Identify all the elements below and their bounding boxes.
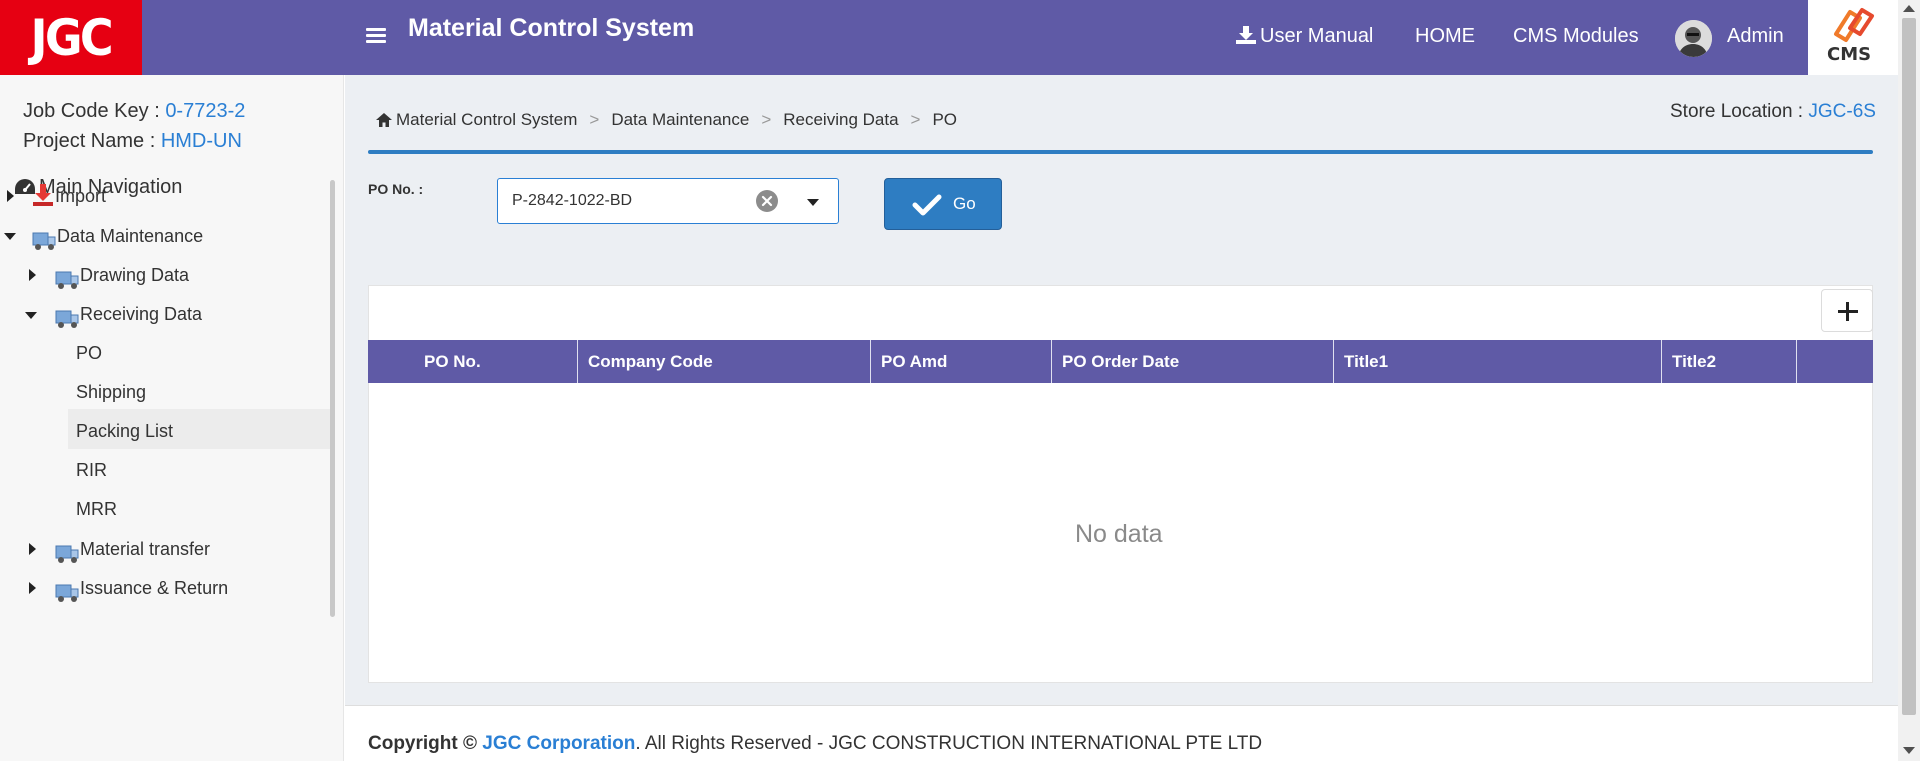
- sidebar-item-po[interactable]: PO: [76, 343, 102, 364]
- job-code-info: Job Code Key : 0-7723-2: [23, 100, 245, 123]
- empty-state-text: No data: [1075, 520, 1163, 548]
- po-no-select[interactable]: P-2842-1022-BD: [497, 178, 839, 224]
- breadcrumb-separator: >: [589, 110, 600, 129]
- cms-logo[interactable]: CMS: [1808, 0, 1898, 75]
- cms-logo-icon: [1834, 8, 1874, 42]
- clear-icon[interactable]: [756, 190, 778, 212]
- scrollbar-thumb[interactable]: [1902, 18, 1916, 715]
- footer-text: Copyright © JGC Corporation. All Rights …: [368, 733, 1262, 755]
- jgc-logo[interactable]: JGC: [0, 0, 142, 75]
- sidebar: Job Code Key : 0-7723-2 Project Name : H…: [0, 75, 344, 761]
- truck-icon: [55, 310, 79, 328]
- check-icon: [912, 194, 942, 216]
- breadcrumb-item[interactable]: Receiving Data: [783, 110, 898, 129]
- go-button[interactable]: Go: [884, 178, 1002, 230]
- sidebar-item-shipping[interactable]: Shipping: [76, 382, 146, 403]
- column-header-po-amd[interactable]: PO Amd: [871, 340, 1052, 383]
- caret-down-icon[interactable]: [25, 312, 37, 319]
- copyright-rest: . All Rights Reserved - JGC CONSTRUCTION…: [635, 733, 1263, 754]
- breadcrumb-item[interactable]: Data Maintenance: [611, 110, 749, 129]
- user-manual-link[interactable]: User Manual: [1236, 25, 1373, 48]
- truck-icon: [32, 232, 56, 250]
- column-header-po-no[interactable]: PO No.: [368, 340, 578, 383]
- app-title: Material Control System: [408, 14, 695, 42]
- caret-right-icon[interactable]: [29, 543, 36, 555]
- copyright-label: Copyright ©: [368, 733, 477, 754]
- corp-link[interactable]: JGC Corporation: [482, 733, 635, 754]
- admin-link[interactable]: Admin: [1727, 25, 1784, 48]
- sidebar-item-issuance-return[interactable]: Issuance & Return: [80, 578, 228, 599]
- project-label: Project Name :: [23, 130, 156, 152]
- sidebar-item-material-transfer[interactable]: Material transfer: [80, 539, 210, 560]
- project-info: Project Name : HMD-UN: [23, 130, 242, 153]
- store-location-label: Store Location :: [1670, 101, 1804, 122]
- sidebar-scrollbar[interactable]: [330, 180, 335, 617]
- sidebar-item-mrr[interactable]: MRR: [76, 499, 117, 520]
- column-header-title2[interactable]: Title2: [1662, 340, 1797, 383]
- truck-icon: [55, 271, 79, 289]
- sidebar-item-drawing-data[interactable]: Drawing Data: [80, 265, 189, 286]
- breadcrumb-separator: >: [910, 110, 921, 129]
- caret-right-icon[interactable]: [29, 269, 36, 281]
- breadcrumb-current: PO: [932, 110, 958, 129]
- grid-header: PO No. Company Code PO Amd PO Order Date…: [368, 340, 1873, 383]
- cms-logo-text: CMS: [1827, 44, 1872, 65]
- column-header-po-order-date[interactable]: PO Order Date: [1052, 340, 1334, 383]
- cms-modules-link[interactable]: CMS Modules: [1513, 25, 1639, 48]
- download-icon: [1236, 26, 1256, 44]
- store-location: Store Location : JGC-6S: [1670, 101, 1876, 123]
- truck-icon: [55, 584, 79, 602]
- job-code-label: Job Code Key :: [23, 100, 160, 122]
- po-no-label: PO No. :: [368, 181, 424, 197]
- column-header-title1[interactable]: Title1: [1334, 340, 1662, 383]
- po-no-value: P-2842-1022-BD: [512, 192, 633, 209]
- job-code-value: 0-7723-2: [165, 100, 246, 122]
- store-location-value: JGC-6S: [1808, 101, 1876, 122]
- breadcrumb-item[interactable]: Material Control System: [396, 110, 577, 129]
- caret-right-icon[interactable]: [7, 190, 14, 202]
- scroll-down-icon[interactable]: [1903, 747, 1915, 754]
- home-icon: [376, 113, 392, 127]
- project-value: HMD-UN: [160, 130, 242, 152]
- sidebar-item-rir[interactable]: RIR: [76, 460, 107, 481]
- sidebar-item-packing-list[interactable]: Packing List: [76, 421, 173, 442]
- sidebar-item-receiving-data[interactable]: Receiving Data: [80, 304, 202, 325]
- page-scrollbar[interactable]: [1898, 0, 1920, 761]
- jgc-logo-text: JGC: [30, 8, 114, 67]
- avatar[interactable]: [1675, 20, 1712, 57]
- caret-right-icon[interactable]: [29, 582, 36, 594]
- breadcrumb-separator: >: [761, 110, 772, 129]
- user-manual-label: User Manual: [1260, 25, 1374, 47]
- import-icon: [33, 184, 53, 206]
- divider: [368, 150, 1873, 154]
- sidebar-item-data-maintenance[interactable]: Data Maintenance: [57, 226, 203, 247]
- top-header: JGC Material Control System User Manual …: [0, 0, 1898, 75]
- home-link[interactable]: HOME: [1415, 25, 1475, 48]
- menu-toggle-icon[interactable]: [366, 28, 386, 44]
- go-label: Go: [953, 194, 976, 213]
- truck-icon: [55, 545, 79, 563]
- sidebar-item-import[interactable]: Import: [55, 186, 106, 207]
- chevron-down-icon[interactable]: [807, 199, 819, 206]
- breadcrumb: Material Control System > Data Maintenance…: [376, 110, 957, 130]
- add-button[interactable]: [1821, 289, 1873, 332]
- caret-down-icon[interactable]: [4, 233, 16, 240]
- scroll-up-icon[interactable]: [1903, 5, 1915, 12]
- column-header-company-code[interactable]: Company Code: [578, 340, 871, 383]
